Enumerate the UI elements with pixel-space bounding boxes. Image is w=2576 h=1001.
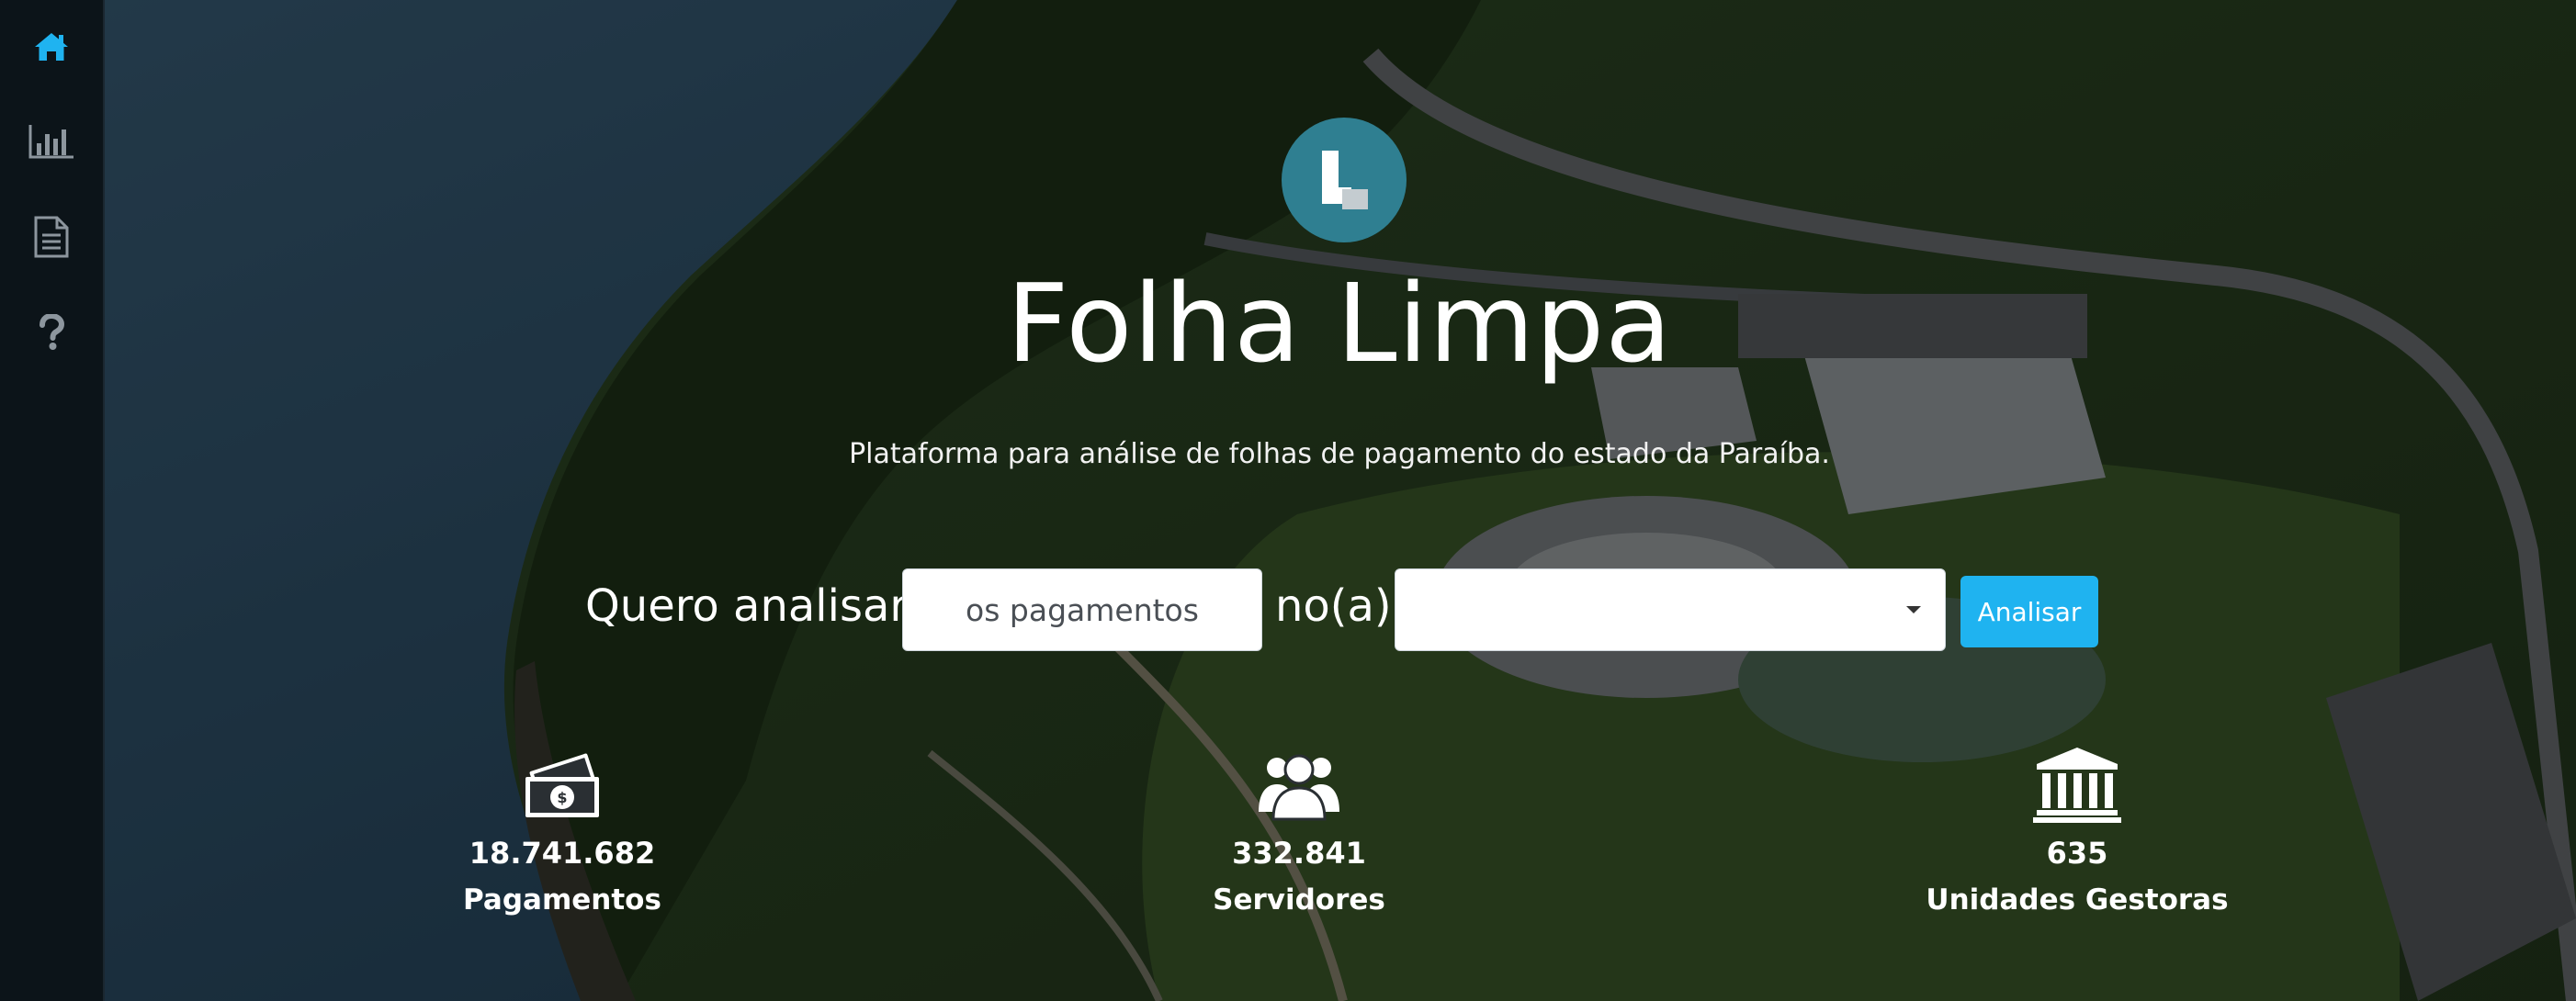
page-title: Folha Limpa — [1006, 260, 1673, 387]
sidebar-item-charts[interactable] — [0, 108, 103, 174]
stat-pagamentos: $ 18.741.682 Pagamentos — [369, 746, 755, 924]
sidebar — [0, 0, 105, 1001]
stat-value: 332.841 — [1232, 836, 1366, 871]
stat-label: Unidades Gestoras — [1926, 883, 2229, 917]
stat-label: Pagamentos — [463, 883, 661, 917]
sidebar-item-home[interactable] — [0, 14, 103, 80]
sidebar-item-help[interactable] — [0, 299, 103, 366]
money-icon: $ — [525, 753, 599, 817]
users-icon — [1259, 754, 1339, 821]
stat-servidores: 332.841 Servidores — [1106, 746, 1492, 924]
question-icon — [40, 314, 65, 350]
query-connector-label: no(a) — [1275, 580, 1392, 632]
home-icon — [35, 33, 68, 61]
stat-unidades-gestoras: 635 Unidades Gestoras — [1884, 746, 2270, 924]
query-location-select[interactable] — [1395, 568, 1946, 651]
sidebar-item-reports[interactable] — [0, 204, 103, 270]
hero: Folha Limpa Plataforma para análise de f… — [103, 0, 2576, 1001]
chevron-down-icon — [1906, 606, 1921, 613]
analyze-button[interactable]: Analisar — [1960, 576, 2098, 647]
query-metric-input[interactable] — [902, 568, 1262, 651]
svg-text:$: $ — [557, 789, 567, 806]
stat-value: 18.741.682 — [469, 836, 656, 871]
query-prefix-label: Quero analisar — [585, 580, 909, 632]
app-root: Folha Limpa Plataforma para análise de f… — [0, 0, 2576, 1001]
stat-value: 635 — [2046, 836, 2108, 871]
bank-icon — [2033, 748, 2121, 823]
page-subtitle: Plataforma para análise de folhas de pag… — [849, 438, 1830, 470]
bar-chart-icon — [28, 125, 73, 159]
logo-icon — [1282, 118, 1407, 242]
stat-label: Servidores — [1213, 883, 1385, 917]
document-icon — [34, 216, 69, 258]
